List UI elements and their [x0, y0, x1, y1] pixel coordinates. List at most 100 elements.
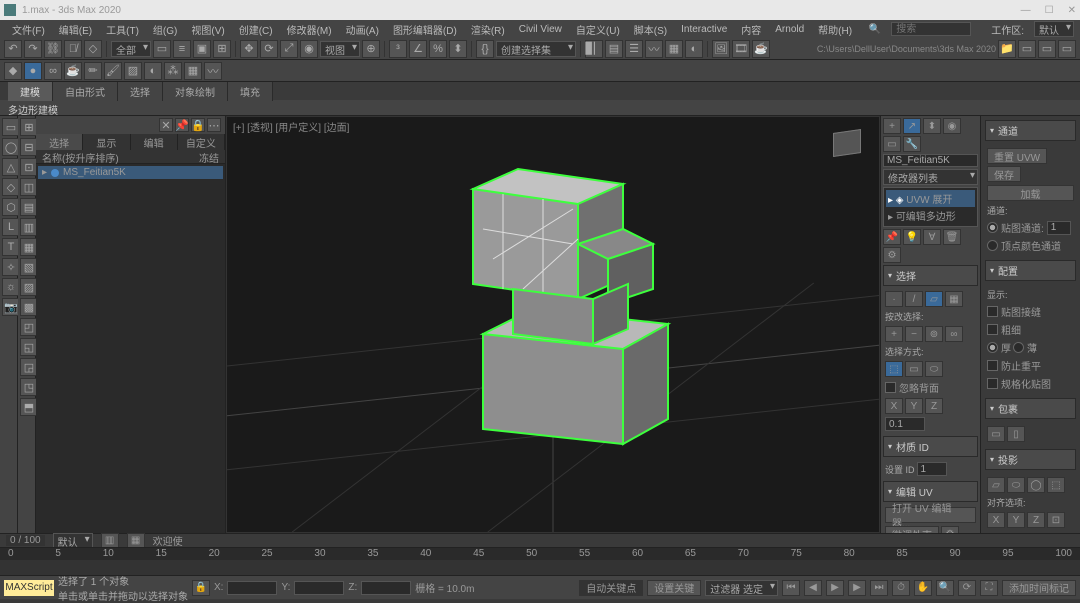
- timeline[interactable]: 0 5 10 15 20 25 30 35 40 45 50 55 60 65 …: [0, 547, 1080, 575]
- tab-modeling[interactable]: 建模: [8, 82, 53, 101]
- ribbon-wave[interactable]: 〰: [204, 62, 222, 80]
- align-button[interactable]: ▤: [605, 40, 623, 58]
- selmode-planar-button[interactable]: ▭: [905, 361, 923, 377]
- map-channel-input[interactable]: [1047, 221, 1071, 235]
- undo-button[interactable]: ↶: [4, 40, 22, 58]
- menu-help[interactable]: 帮助(H): [812, 22, 858, 37]
- ribbon-noise[interactable]: ⁂: [164, 62, 182, 80]
- time-ruler[interactable]: 0 5 10 15 20 25 30 35 40 45 50 55 60 65 …: [0, 548, 1080, 560]
- tab-modify-icon[interactable]: ↗: [903, 118, 921, 134]
- sgtab-select[interactable]: 选择: [36, 134, 83, 150]
- nav-max-button[interactable]: ⛶: [980, 580, 998, 596]
- lock-selection-button[interactable]: 🔒: [192, 580, 210, 596]
- goto-end-button[interactable]: ⏭: [870, 580, 888, 596]
- align-fit-button[interactable]: ⊡: [1047, 512, 1065, 528]
- sel-loop-button[interactable]: ∞: [945, 326, 963, 342]
- select-region-button[interactable]: ▣: [193, 40, 211, 58]
- align-z-button[interactable]: Z: [1027, 512, 1045, 528]
- threshold-input[interactable]: [885, 417, 925, 431]
- object-name-input[interactable]: [883, 154, 978, 167]
- menu-tools[interactable]: 工具(T): [100, 22, 145, 37]
- workspace-dropdown[interactable]: 默认: [1034, 21, 1074, 37]
- keyfilter-dropdown[interactable]: 过滤器 选定: [705, 580, 778, 596]
- snap-button[interactable]: ³: [389, 40, 407, 58]
- play-button[interactable]: ▶: [826, 580, 844, 596]
- tab-utilities-icon[interactable]: 🔧: [903, 136, 921, 152]
- thick-check[interactable]: 粗细: [987, 322, 1074, 337]
- open-uv-editor-button[interactable]: 打开 UV 编辑器...: [885, 507, 976, 523]
- menu-group[interactable]: 组(G): [147, 22, 183, 37]
- refcoord-dropdown[interactable]: 视图: [320, 41, 360, 57]
- sgtab-display[interactable]: 显示: [83, 134, 130, 150]
- menu-render[interactable]: 渲染(R): [465, 22, 511, 37]
- menu-arnold[interactable]: Arnold: [769, 24, 810, 35]
- placement-button[interactable]: ◉: [300, 40, 318, 58]
- coord-y-input[interactable]: [294, 581, 344, 595]
- sg-header-freeze[interactable]: 冻结: [199, 150, 219, 163]
- menu-file[interactable]: 文件(F): [6, 22, 51, 37]
- align-x-button[interactable]: X: [987, 512, 1005, 528]
- config-button[interactable]: ⚙: [883, 247, 901, 263]
- percent-snap-button[interactable]: %: [429, 40, 447, 58]
- subobj-element-button[interactable]: ▦: [945, 291, 963, 307]
- vertex-color-radio[interactable]: 顶点颜色通道: [987, 238, 1074, 253]
- ribbon-button-1[interactable]: ▭: [1018, 40, 1036, 58]
- scale-button[interactable]: ⤢: [280, 40, 298, 58]
- pin-stack-button[interactable]: 📌: [883, 229, 901, 245]
- tab-selection[interactable]: 选择: [118, 82, 163, 101]
- normalize-check[interactable]: 规格化贴图: [987, 376, 1074, 391]
- unlink-button[interactable]: ⛓̸: [64, 40, 82, 58]
- sg-lock-button[interactable]: 🔒: [191, 118, 205, 132]
- ribbon-sphere-button[interactable]: ●: [24, 62, 42, 80]
- modifier-list-dropdown[interactable]: 修改器列表: [883, 169, 978, 185]
- setid-input[interactable]: [917, 462, 947, 476]
- pivot-button[interactable]: ⊕: [362, 40, 380, 58]
- tab-display-icon[interactable]: ▭: [883, 136, 901, 152]
- nav-pan-button[interactable]: ✋: [914, 580, 932, 596]
- move-button[interactable]: ✥: [240, 40, 258, 58]
- menu-create[interactable]: 创建(C): [233, 22, 279, 37]
- spinner-snap-button[interactable]: ⬍: [449, 40, 467, 58]
- align-y-button[interactable]: Y: [1007, 512, 1025, 528]
- time-slider-frame[interactable]: 0 / 100: [6, 535, 45, 546]
- add-time-tag-button[interactable]: 添加时间标记: [1002, 580, 1076, 596]
- layers-button[interactable]: ☰: [625, 40, 643, 58]
- ribbon-checker[interactable]: ▦: [184, 62, 202, 80]
- search-input[interactable]: [891, 22, 971, 36]
- modifier-item-uvw[interactable]: ▸ ◈ UVW 展开: [886, 190, 975, 207]
- rollout-edituv[interactable]: 编辑 UV: [883, 481, 978, 502]
- sg-header-name[interactable]: 名称(按升序排序): [42, 150, 199, 163]
- render-setup-button[interactable]: 🖼: [712, 40, 730, 58]
- tweak-shell-button[interactable]: 微调外壳: [885, 526, 939, 533]
- curve-editor-button[interactable]: 〰: [645, 40, 663, 58]
- next-frame-button[interactable]: ▶: [848, 580, 866, 596]
- tweak-settings-button[interactable]: ⚙: [941, 526, 959, 533]
- subobj-face-button[interactable]: ▱: [925, 291, 943, 307]
- sg-menu-button[interactable]: ⋯: [207, 118, 221, 132]
- viewport[interactable]: [+] [透视] [用户定义] [边面]: [226, 116, 880, 533]
- sgtab-custom[interactable]: 自定义: [178, 134, 225, 150]
- proj-planar-button[interactable]: ▱: [987, 477, 1005, 493]
- prevent-reflatten-check[interactable]: 防止重平: [987, 358, 1074, 373]
- ribbon-button-2[interactable]: ▭: [1038, 40, 1056, 58]
- viewcube[interactable]: [827, 125, 867, 165]
- named-selection-dropdown[interactable]: 创建选择集: [496, 41, 576, 57]
- schematic-button[interactable]: ▦: [665, 40, 683, 58]
- bind-button[interactable]: ◇: [84, 40, 102, 58]
- material-editor-button[interactable]: ◐: [685, 40, 703, 58]
- menu-script[interactable]: 脚本(S): [628, 22, 673, 37]
- rollout-config[interactable]: 配置: [985, 260, 1076, 281]
- expand-icon[interactable]: ▸: [42, 167, 47, 178]
- ribbon-button-3[interactable]: ▭: [1058, 40, 1076, 58]
- window-crossing-button[interactable]: ⊞: [213, 40, 231, 58]
- render-frame-button[interactable]: 🎞: [732, 40, 750, 58]
- menu-content[interactable]: 内容: [735, 22, 767, 37]
- nav-orbit-button[interactable]: ⟳: [958, 580, 976, 596]
- selection-filter[interactable]: 全部: [111, 41, 151, 57]
- viewport-mesh[interactable]: [423, 149, 683, 469]
- axis-x-button[interactable]: X: [885, 398, 903, 414]
- close-button[interactable]: ✕: [1068, 5, 1076, 16]
- menu-edit[interactable]: 编辑(E): [53, 22, 98, 37]
- rotate-button[interactable]: ⟳: [260, 40, 278, 58]
- tab-freeform[interactable]: 自由形式: [53, 82, 118, 101]
